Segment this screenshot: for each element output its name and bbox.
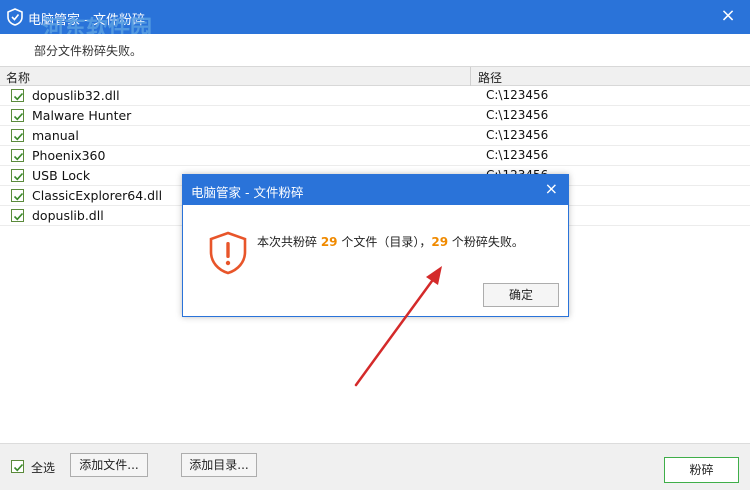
shield-icon (7, 8, 23, 26)
column-header-name[interactable]: 名称 (6, 69, 30, 86)
dialog-title: 电脑管家 - 文件粉碎 (191, 185, 304, 200)
window-title: 电脑管家 - 文件粉碎 (28, 13, 145, 28)
column-header-path[interactable]: 路径 (478, 69, 502, 86)
table-row[interactable]: Phoenix360 C:\123456 (0, 146, 750, 166)
close-button[interactable]: × (718, 6, 738, 26)
warning-shield-icon (209, 231, 247, 275)
add-directory-button[interactable]: 添加目录... (181, 453, 257, 477)
row-path: C:\123456 (486, 88, 549, 102)
checkmark-icon (13, 212, 24, 221)
row-path: C:\123456 (486, 148, 549, 162)
column-divider[interactable] (470, 67, 471, 86)
bottom-toolbar: 全选 添加文件... 添加目录... 粉碎 (0, 443, 750, 490)
row-name: ClassicExplorer64.dll (32, 188, 163, 203)
table-row[interactable]: dopuslib32.dll C:\123456 (0, 86, 750, 106)
row-checkbox[interactable] (11, 209, 24, 222)
status-bar: 部分文件粉碎失败。 (0, 34, 750, 66)
title-bar: 电脑管家 - 文件粉碎 × (0, 0, 750, 34)
shred-button[interactable]: 粉碎 (664, 457, 739, 483)
ok-button[interactable]: 确定 (483, 283, 559, 307)
select-all-checkbox[interactable] (11, 460, 24, 473)
dialog-message: 本次共粉碎 29 个文件（目录），29 个粉碎失败。 (257, 233, 524, 250)
table-row[interactable]: manual C:\123456 (0, 126, 750, 146)
row-checkbox[interactable] (11, 169, 24, 182)
message-middle: 个文件（目录）， (337, 235, 432, 249)
checkmark-icon (13, 172, 24, 181)
checkmark-icon (13, 463, 24, 472)
count-failed: 29 (431, 235, 449, 249)
message-prefix: 本次共粉碎 (257, 235, 321, 249)
dialog-title-bar: 电脑管家 - 文件粉碎 × (183, 175, 568, 205)
row-name: USB Lock (32, 168, 91, 183)
row-name: Phoenix360 (32, 148, 106, 163)
checkmark-icon (13, 192, 24, 201)
checkmark-icon (13, 132, 24, 141)
row-name: dopuslib32.dll (32, 88, 120, 103)
row-checkbox[interactable] (11, 109, 24, 122)
row-path: C:\123456 (486, 108, 549, 122)
row-name: manual (32, 128, 79, 143)
row-name: Malware Hunter (32, 108, 132, 123)
row-checkbox[interactable] (11, 89, 24, 102)
status-text: 部分文件粉碎失败。 (34, 44, 143, 58)
row-checkbox[interactable] (11, 189, 24, 202)
count-total: 29 (320, 235, 338, 249)
checkmark-icon (13, 92, 24, 101)
message-suffix: 个粉碎失败。 (448, 235, 524, 249)
row-checkbox[interactable] (11, 149, 24, 162)
table-header: 名称 路径 (0, 66, 750, 86)
add-file-button[interactable]: 添加文件... (70, 453, 148, 477)
dialog-close-button[interactable]: × (545, 179, 558, 199)
table-row[interactable]: Malware Hunter C:\123456 (0, 106, 750, 126)
select-all-label[interactable]: 全选 (31, 459, 55, 476)
result-dialog: 电脑管家 - 文件粉碎 × 本次共粉碎 29 个文件（目录），29 个粉碎失败。… (182, 174, 569, 317)
row-name: dopuslib.dll (32, 208, 104, 223)
checkmark-icon (13, 112, 24, 121)
checkmark-icon (13, 152, 24, 161)
row-checkbox[interactable] (11, 129, 24, 142)
row-path: C:\123456 (486, 128, 549, 142)
